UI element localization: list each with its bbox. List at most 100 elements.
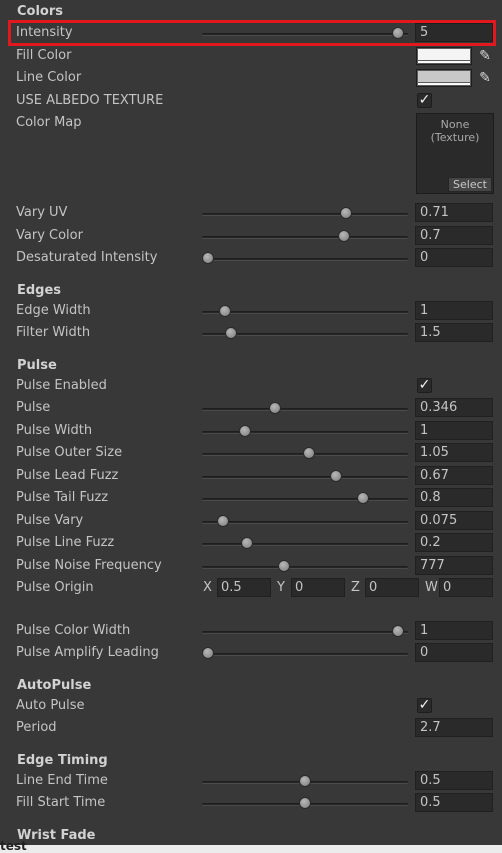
pulse-tail-fuzz-row: Pulse Tail Fuzz 0.8 <box>0 487 502 509</box>
section-pulse: Pulse <box>17 358 57 373</box>
line-end-time-slider-knob[interactable] <box>299 775 311 787</box>
pulse-color-width-field[interactable]: 1 <box>415 621 493 640</box>
pulse-vary-label: Pulse Vary <box>16 513 84 528</box>
pulse-tail-fuzz-label: Pulse Tail Fuzz <box>16 490 109 505</box>
pulse-origin-w-label: W <box>425 580 438 595</box>
fill-color-swatch[interactable] <box>416 47 472 65</box>
filter-width-label: Filter Width <box>16 325 91 340</box>
pulse-slider-knob[interactable] <box>269 402 282 414</box>
pulse-field[interactable]: 0.346 <box>415 398 493 417</box>
pulse-noise-frequency-slider-knob[interactable] <box>277 560 290 572</box>
pulse-line-fuzz-row: Pulse Line Fuzz 0.2 <box>0 532 502 554</box>
pulse-origin-row: Pulse Origin X 0.5 Y 0 Z 0 W 0 <box>0 577 502 599</box>
pulse-line-fuzz-label: Pulse Line Fuzz <box>16 535 115 550</box>
fill-color-label: Fill Color <box>16 48 72 63</box>
pulse-amplify-leading-slider-track[interactable] <box>202 653 408 656</box>
pulse-lead-fuzz-field[interactable]: 0.67 <box>415 466 493 485</box>
pulse-tail-fuzz-slider-track[interactable] <box>202 498 408 501</box>
use-albedo-row: USE ALBEDO TEXTURE ✓ <box>0 90 502 112</box>
desaturated-intensity-slider-track[interactable] <box>202 258 408 261</box>
pulse-width-slider-knob[interactable] <box>238 425 251 437</box>
line-color-label: Line Color <box>16 70 82 85</box>
pulse-width-field[interactable]: 1 <box>415 421 493 440</box>
pulse-enabled-checkbox[interactable]: ✓ <box>417 378 432 393</box>
edge-width-slider-track[interactable] <box>202 311 408 314</box>
pulse-lead-fuzz-label: Pulse Lead Fuzz <box>16 468 119 483</box>
pulse-vary-field[interactable]: 0.075 <box>415 511 493 530</box>
texture-select-button[interactable]: Select <box>448 177 492 192</box>
pulse-lead-fuzz-slider-track[interactable] <box>202 476 408 479</box>
use-albedo-label: USE ALBEDO TEXTURE <box>16 93 164 108</box>
auto-pulse-checkbox[interactable]: ✓ <box>417 698 432 713</box>
line-color-swatch[interactable] <box>416 69 472 87</box>
vary-color-field[interactable]: 0.7 <box>415 226 493 245</box>
pulse-tail-fuzz-slider-knob[interactable] <box>357 492 370 504</box>
filter-width-slider-knob[interactable] <box>225 327 238 339</box>
line-end-time-field[interactable]: 0.5 <box>415 771 493 790</box>
fill-start-time-label: Fill Start Time <box>16 795 106 810</box>
section-colors: Colors <box>17 4 64 19</box>
section-edges: Edges <box>17 283 62 298</box>
pulse-line-fuzz-slider-knob[interactable] <box>240 537 253 549</box>
section-autopulse: AutoPulse <box>17 678 92 693</box>
pulse-row: Pulse 0.346 <box>0 397 502 419</box>
pulse-amplify-leading-slider-knob[interactable] <box>202 647 214 659</box>
pulse-amplify-leading-field[interactable]: 0 <box>415 643 493 662</box>
pulse-origin-y-field[interactable]: 0 <box>291 578 345 597</box>
vary-uv-slider-knob[interactable] <box>339 207 352 219</box>
pulse-line-fuzz-slider-track[interactable] <box>202 543 408 546</box>
pulse-origin-x-field[interactable]: 0.5 <box>217 578 271 597</box>
eyedropper-icon[interactable]: ✎ <box>477 70 493 86</box>
desaturated-intensity-row: Desaturated Intensity 0 <box>0 247 502 269</box>
vary-color-slider-knob[interactable] <box>337 230 350 242</box>
bottom-text: test <box>0 839 27 853</box>
auto-pulse-label: Auto Pulse <box>16 698 85 713</box>
color-map-label: Color Map <box>16 115 82 130</box>
filter-width-row: Filter Width 1.5 <box>0 322 502 344</box>
fill-start-time-row: Fill Start Time 0.5 <box>0 792 502 814</box>
vary-uv-field[interactable]: 0.71 <box>415 203 493 222</box>
pulse-outer-size-slider-knob[interactable] <box>302 447 315 459</box>
vary-color-slider-track[interactable] <box>202 236 408 239</box>
filter-width-field[interactable]: 1.5 <box>415 323 493 342</box>
line-end-time-row: Line End Time 0.5 <box>0 770 502 792</box>
edge-width-field[interactable]: 1 <box>415 301 493 320</box>
bottom-strip: test <box>0 839 502 853</box>
auto-pulse-row: Auto Pulse ✓ <box>0 695 502 717</box>
pulse-amplify-leading-row: Pulse Amplify Leading 0 <box>0 642 502 664</box>
pulse-enabled-row: Pulse Enabled ✓ <box>0 375 502 397</box>
pulse-width-slider-track[interactable] <box>202 431 408 434</box>
pulse-vary-slider-knob[interactable] <box>216 515 229 527</box>
pulse-noise-frequency-slider-track[interactable] <box>202 566 408 569</box>
pulse-color-width-slider-track[interactable] <box>202 631 408 634</box>
pulse-width-label: Pulse Width <box>16 423 93 438</box>
pulse-width-row: Pulse Width 1 <box>0 420 502 442</box>
pulse-outer-size-field[interactable]: 1.05 <box>415 443 493 462</box>
line-color-row: Line Color ✎ <box>0 67 502 89</box>
vary-uv-slider-track[interactable] <box>202 213 408 216</box>
fill-start-time-slider-knob[interactable] <box>299 797 311 809</box>
line-end-time-label: Line End Time <box>16 773 108 788</box>
pulse-line-fuzz-field[interactable]: 0.2 <box>415 533 493 552</box>
pulse-vary-row: Pulse Vary 0.075 <box>0 510 502 532</box>
desaturated-intensity-slider-knob[interactable] <box>202 252 214 264</box>
section-edge-timing: Edge Timing <box>17 753 108 768</box>
pulse-lead-fuzz-slider-knob[interactable] <box>330 470 343 482</box>
edge-width-slider-knob[interactable] <box>219 305 232 317</box>
pulse-vary-slider-track[interactable] <box>202 521 408 524</box>
desaturated-intensity-field[interactable]: 0 <box>415 248 493 267</box>
highlight-box <box>8 20 496 46</box>
vary-color-label: Vary Color <box>16 228 83 243</box>
pulse-origin-z-field[interactable]: 0 <box>365 578 419 597</box>
use-albedo-checkbox[interactable]: ✓ <box>417 93 432 108</box>
eyedropper-icon[interactable]: ✎ <box>477 48 493 64</box>
fill-start-time-field[interactable]: 0.5 <box>415 793 493 812</box>
pulse-color-width-slider-knob[interactable] <box>392 625 405 637</box>
pulse-noise-frequency-field[interactable]: 777 <box>415 556 493 575</box>
pulse-tail-fuzz-field[interactable]: 0.8 <box>415 488 493 507</box>
color-map-texture-slot[interactable]: None (Texture) Select <box>416 113 494 194</box>
period-row: Period 2.7 <box>0 717 502 739</box>
pulse-origin-w-field[interactable]: 0 <box>439 578 493 597</box>
period-field[interactable]: 2.7 <box>415 718 493 737</box>
pulse-slider-track[interactable] <box>202 408 408 411</box>
